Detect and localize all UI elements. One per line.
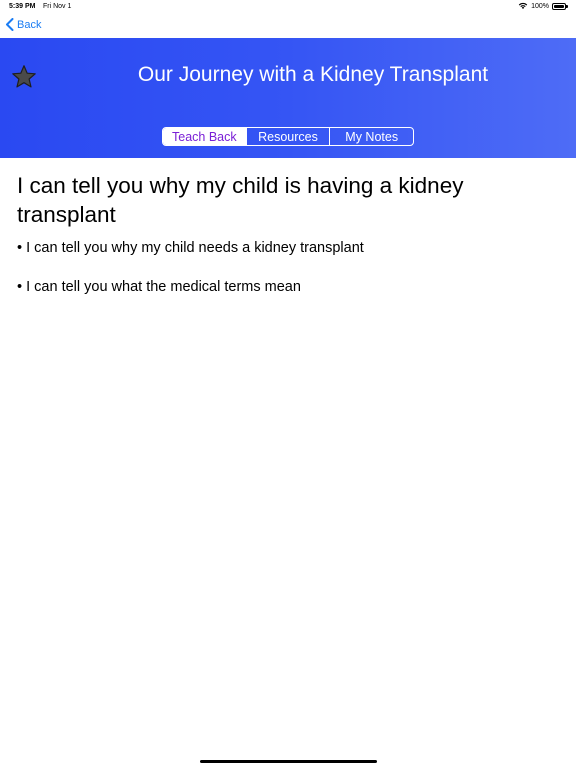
page-title: Our Journey with a Kidney Transplant: [137, 63, 489, 86]
header-banner: Our Journey with a Kidney Transplant Tea…: [0, 38, 576, 158]
battery-percent: 100%: [531, 2, 549, 10]
tab-my-notes[interactable]: My Notes: [329, 128, 413, 145]
tab-resources[interactable]: Resources: [245, 128, 330, 145]
home-indicator[interactable]: [200, 760, 377, 763]
list-item: • I can tell you what the medical terms …: [17, 279, 301, 295]
battery-icon: [552, 2, 568, 10]
status-indicators: 100%: [518, 2, 568, 10]
status-bar: 5:39 PM Fri Nov 1 100%: [0, 0, 576, 14]
back-label: Back: [17, 18, 42, 31]
back-button[interactable]: Back: [5, 18, 41, 31]
content-heading: I can tell you why my child is having a …: [17, 173, 464, 227]
status-time: 5:39 PM: [9, 3, 36, 10]
wifi-icon: [518, 2, 528, 9]
tab-control: Teach Back Resources My Notes: [162, 127, 414, 146]
tab-teach-back[interactable]: Teach Back: [163, 128, 246, 145]
list-item: • I can tell you why my child needs a ki…: [17, 240, 364, 256]
chevron-left-icon: [6, 18, 14, 31]
star-icon[interactable]: [11, 64, 37, 90]
nav-bar: Back: [0, 14, 576, 38]
status-date: Fri Nov 1: [43, 3, 72, 10]
